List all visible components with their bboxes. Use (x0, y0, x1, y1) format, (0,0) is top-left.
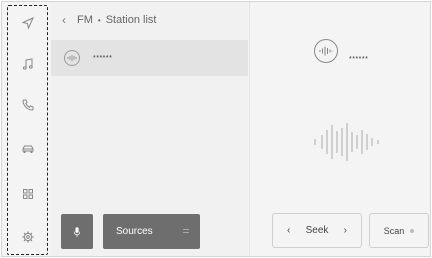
rail-item-vehicle[interactable] (7, 133, 48, 165)
rail-item-phone[interactable] (7, 89, 48, 121)
head-unit-screen: ‹ FM • Station list ****** Sources *****… (1, 1, 431, 257)
menu-lines-icon (183, 229, 189, 235)
rail-highlight-outline (7, 5, 48, 255)
apps-grid-icon (22, 189, 33, 199)
radio-station-icon (64, 50, 80, 66)
rail-item-audio[interactable] (7, 48, 48, 80)
microphone-icon (73, 226, 81, 237)
breadcrumb-separator: • (97, 15, 101, 25)
phone-icon (21, 99, 33, 111)
source-label: FM (77, 14, 93, 26)
side-rail (2, 2, 51, 256)
back-button[interactable]: ‹ (51, 13, 77, 27)
list-item[interactable]: ****** (51, 40, 248, 76)
scan-indicator-icon (410, 228, 415, 233)
station-name: ****** (93, 54, 113, 62)
station-list-pane: ‹ FM • Station list ****** Sources (51, 2, 248, 256)
sources-button[interactable]: Sources (103, 214, 200, 249)
page-title: Station list (105, 14, 157, 26)
now-playing-station: ****** (349, 56, 369, 63)
rail-item-settings[interactable] (7, 221, 48, 253)
rail-item-navigation[interactable] (7, 7, 48, 39)
audio-waveform-icon (314, 123, 379, 161)
radio-station-icon (314, 39, 338, 63)
now-playing-pane: ****** ‹ Seek › Scan (249, 2, 430, 256)
settings-gear-icon (22, 231, 33, 243)
music-icon (22, 58, 33, 70)
seek-label: Seek (305, 225, 329, 236)
sources-label: Sources (116, 226, 153, 237)
car-icon (22, 145, 33, 153)
seek-prev-icon[interactable]: ‹ (287, 225, 290, 236)
scan-label: Scan (383, 225, 405, 236)
navigation-icon (20, 17, 34, 30)
rail-item-apps[interactable] (7, 178, 48, 210)
seek-button[interactable]: ‹ Seek › (272, 213, 362, 248)
seek-next-icon[interactable]: › (344, 225, 347, 236)
list-header: ‹ FM • Station list (51, 2, 248, 38)
scan-button[interactable]: Scan (369, 213, 429, 248)
voice-button[interactable] (61, 214, 93, 249)
